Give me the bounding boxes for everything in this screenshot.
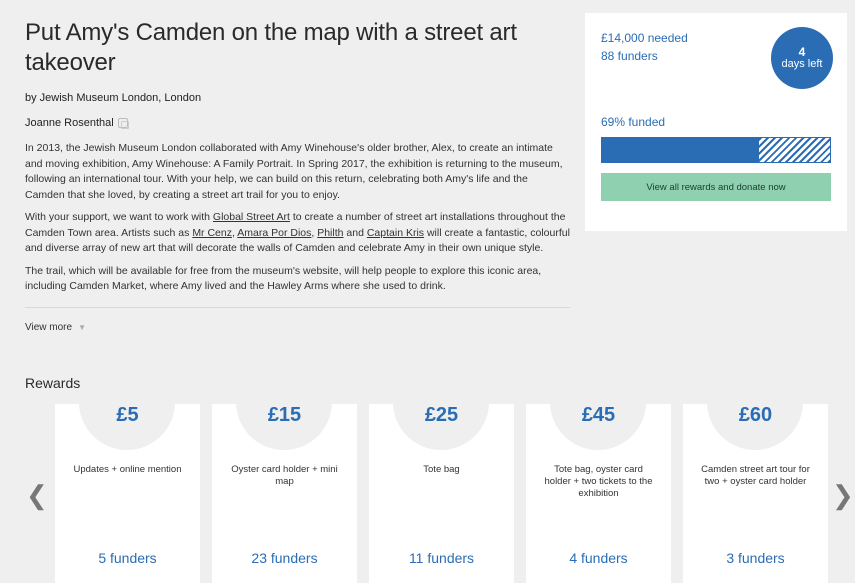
days-left-label: days left xyxy=(781,58,823,70)
divider xyxy=(25,307,570,308)
reward-price: £15 xyxy=(267,404,302,426)
reward-card[interactable]: £25 Tote bag 11 funders xyxy=(369,404,514,583)
link-mr-cenz[interactable]: Mr Cenz xyxy=(192,227,232,239)
rewards-carousel: £5 Updates + online mention 5 funders £1… xyxy=(55,404,828,583)
reward-price: £25 xyxy=(424,404,459,426)
funding-progress-fill xyxy=(602,138,760,162)
reward-funders: 4 funders xyxy=(569,550,628,566)
description-paragraph: With your support, we want to work with … xyxy=(25,211,570,254)
funded-percent: 69% funded xyxy=(601,115,666,129)
project-description: In 2013, the Jewish Museum London collab… xyxy=(25,141,570,307)
reward-description: Tote bag, oyster card holder + two ticke… xyxy=(544,464,653,499)
link-captain-kris[interactable]: Captain Kris xyxy=(367,227,424,239)
description-paragraph: In 2013, the Jewish Museum London collab… xyxy=(25,142,563,201)
link-amara-por-dios[interactable]: Amara Por Dios xyxy=(237,227,311,239)
donate-button[interactable]: View all rewards and donate now xyxy=(601,173,831,201)
rewards-heading: Rewards xyxy=(25,375,81,391)
reward-price: £45 xyxy=(581,404,616,426)
author-name[interactable]: Joanne Rosenthal xyxy=(25,117,114,129)
reward-card[interactable]: £5 Updates + online mention 5 funders xyxy=(55,404,200,583)
reward-price: £5 xyxy=(116,404,139,426)
reward-description: Updates + online mention xyxy=(73,464,182,475)
link-global-street-art[interactable]: Global Street Art xyxy=(213,211,290,223)
page-title: Put Amy's Camden on the map with a stree… xyxy=(25,19,517,76)
reward-description: Camden street art tour for two + oyster … xyxy=(701,464,810,487)
reward-card[interactable]: £45 Tote bag, oyster card holder + two t… xyxy=(526,404,671,583)
link-philth[interactable]: Philth xyxy=(317,227,343,239)
view-more-label: View more xyxy=(25,322,73,333)
project-main: Put Amy's Camden on the map with a stree… xyxy=(25,18,570,333)
funding-panel: £14,000 needed 88 funders 4 days left 69… xyxy=(585,13,847,231)
reward-price: £60 xyxy=(738,404,773,426)
funding-progress-bar xyxy=(601,137,831,163)
reward-funders: 5 funders xyxy=(98,550,157,566)
author: Joanne Rosenthal xyxy=(25,117,570,129)
reward-funders: 23 funders xyxy=(251,550,318,566)
days-left-number: 4 xyxy=(798,45,806,59)
reward-card[interactable]: £60 Camden street art tour for two + oys… xyxy=(683,404,828,583)
description-paragraph: The trail, which will be available for f… xyxy=(25,264,542,293)
reward-card[interactable]: £15 Oyster card holder + mini map 23 fun… xyxy=(212,404,357,583)
chevron-down-icon: ▼ xyxy=(78,323,86,332)
days-left-badge: 4 days left xyxy=(771,27,833,89)
view-more-button[interactable]: View more ▼ xyxy=(25,322,570,333)
reward-description: Tote bag xyxy=(423,464,460,475)
chevron-left-icon[interactable]: ❮ xyxy=(26,482,48,508)
chevron-right-icon[interactable]: ❯ xyxy=(832,482,854,508)
reward-description: Oyster card holder + mini map xyxy=(231,464,338,487)
byline: by Jewish Museum London, London xyxy=(25,92,202,104)
reward-funders: 3 funders xyxy=(726,550,785,566)
copy-icon[interactable] xyxy=(117,118,129,129)
reward-funders: 11 funders xyxy=(408,550,475,566)
